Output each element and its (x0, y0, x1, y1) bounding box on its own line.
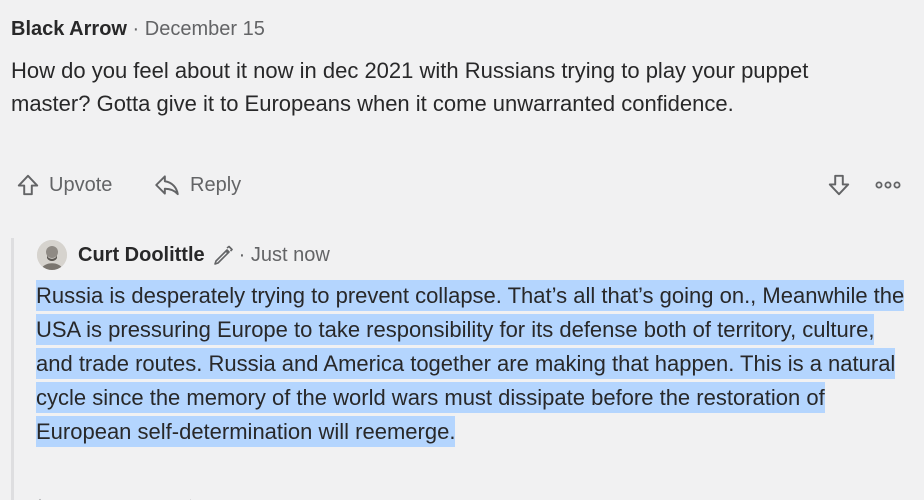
reply-header: Curt Doolittle · Just now (37, 239, 330, 271)
reply-arrow-icon (155, 175, 179, 196)
more-options-button[interactable] (874, 170, 902, 200)
arrow-up-icon (17, 174, 39, 196)
reply-timestamp[interactable]: · Just now (239, 244, 330, 267)
comment-date[interactable]: December 15 (145, 18, 265, 40)
downvote-button[interactable] (826, 170, 852, 200)
more-dots-icon (875, 181, 901, 189)
avatar-photo-icon (37, 240, 67, 270)
arrow-down-icon (828, 174, 850, 196)
comment-header: Black Arrow · December 15 (11, 16, 265, 42)
comment-text: How do you feel about it now in dec 2021… (11, 58, 809, 116)
reply-author-name[interactable]: Curt Doolittle (78, 244, 205, 267)
selected-text: Russia is desperately trying to prevent … (36, 280, 905, 447)
comment-author-name[interactable]: Black Arrow (11, 18, 127, 40)
avatar[interactable] (37, 240, 67, 270)
pencil-icon (213, 245, 233, 265)
thread-line (11, 238, 14, 500)
upvote-button[interactable]: Upvote (15, 170, 112, 200)
meta-separator: · (132, 18, 140, 40)
reply-button[interactable]: Reply (153, 170, 241, 200)
reply-text: Russia is desperately trying to prevent … (36, 279, 916, 449)
upvote-label: Upvote (49, 173, 113, 196)
reply-label: Reply (190, 173, 242, 196)
comment-thread: Black Arrow · December 15 How do you fee… (0, 0, 924, 500)
reply-actions-peek (36, 492, 236, 500)
